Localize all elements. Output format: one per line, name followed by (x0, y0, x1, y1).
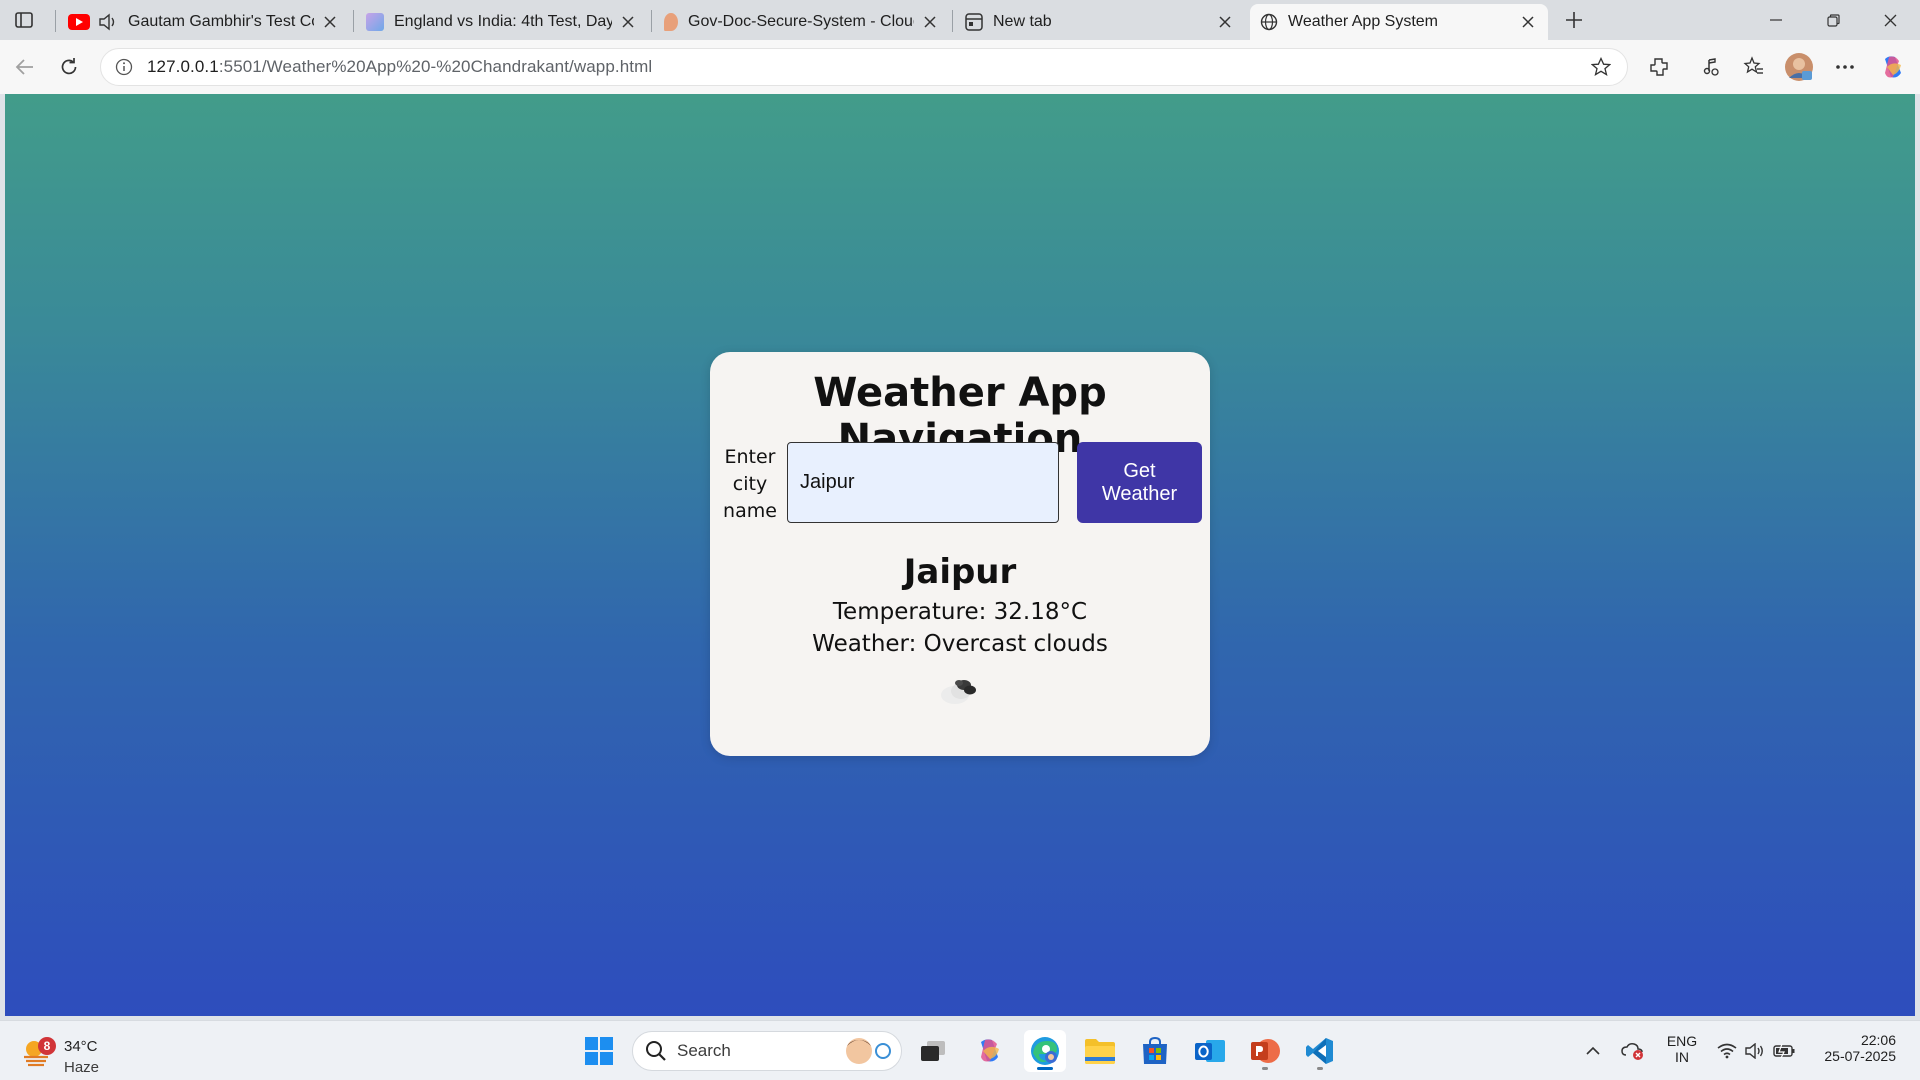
result-city: Jaipur (903, 552, 1017, 592)
back-button[interactable] (8, 50, 42, 84)
tab-title: Weather App System (1288, 13, 1438, 30)
plus-icon (1566, 12, 1582, 28)
tab-actions-icon (15, 12, 33, 28)
refresh-icon (61, 58, 77, 75)
close-icon[interactable] (320, 12, 340, 32)
start-button[interactable] (578, 1030, 620, 1072)
taskbar-search[interactable]: Search (632, 1031, 902, 1071)
url-host: 127.0.0.1 (147, 57, 219, 76)
tab-title: Gov-Doc-Secure-System - Cloud I (688, 13, 914, 30)
copilot-icon[interactable] (1876, 50, 1910, 84)
outlook-icon[interactable] (1189, 1030, 1231, 1072)
url-text[interactable]: 127.0.0.1:5501/Weather%20App%20-%20Chand… (147, 57, 652, 77)
weather-temp: 34°C (64, 1038, 98, 1055)
globe-icon (1260, 13, 1278, 31)
restore-icon (1826, 13, 1840, 27)
close-icon (1884, 14, 1896, 26)
file-explorer-icon[interactable] (1079, 1030, 1121, 1072)
weather-widget[interactable]: 8 34°C Haze (20, 1029, 110, 1076)
chevron-up-icon[interactable] (1580, 1039, 1606, 1063)
tab-separator (651, 10, 652, 32)
tab-gov-doc[interactable]: Gov-Doc-Secure-System - Cloud I (654, 4, 950, 40)
battery-icon[interactable] (1772, 1039, 1798, 1063)
active-indicator (1037, 1067, 1053, 1070)
copilot-app-icon[interactable] (969, 1030, 1011, 1072)
profile-avatar[interactable] (1782, 50, 1816, 84)
region-code: IN (1675, 1049, 1689, 1065)
tab-cricket-news[interactable]: England vs India: 4th Test, Day 3 L (356, 4, 648, 40)
weather-condition: Haze (64, 1059, 100, 1076)
onedrive-error-icon[interactable] (1620, 1039, 1646, 1063)
tab-actions-button[interactable] (10, 8, 38, 32)
notification-badge: 8 (38, 1037, 56, 1055)
cloud-icon (664, 13, 678, 31)
site-info-icon[interactable] (107, 50, 141, 84)
tab-separator (55, 10, 56, 32)
close-window-button[interactable] (1862, 0, 1918, 40)
clock-date: 25-07-2025 (1824, 1048, 1896, 1064)
search-label: Search (677, 1041, 731, 1060)
search-highlight-icon (846, 1038, 891, 1064)
favorite-star-icon[interactable] (1585, 51, 1617, 83)
page-viewport: Weather App Navigation Enter city name G… (5, 94, 1915, 1016)
clock-time: 22:06 (1860, 1032, 1896, 1048)
overcast-clouds-icon (941, 680, 976, 704)
restore-button[interactable] (1805, 0, 1861, 40)
tab-youtube[interactable]: Gautam Gambhir's Test Coac (58, 4, 350, 40)
new-tab-button[interactable] (1560, 6, 1588, 34)
vscode-icon[interactable] (1299, 1030, 1341, 1072)
windows-icon (585, 1037, 613, 1065)
speaker-icon[interactable] (98, 13, 118, 31)
powerpoint-icon[interactable] (1244, 1030, 1286, 1072)
search-icon (646, 1041, 666, 1061)
city-label: Enter city name (723, 446, 777, 522)
volume-icon[interactable] (1742, 1039, 1768, 1063)
get-weather-button[interactable]: Get Weather (1077, 442, 1202, 523)
tab-title: England vs India: 4th Test, Day 3 L (394, 13, 612, 30)
weather-card: Weather App Navigation Enter city name G… (710, 352, 1210, 756)
tab-title: Gautam Gambhir's Test Coac (128, 13, 314, 30)
microsoft-store-icon[interactable] (1134, 1030, 1176, 1072)
media-control-icon[interactable] (1694, 50, 1728, 84)
close-icon[interactable] (1518, 12, 1538, 32)
language-indicator[interactable]: ENG IN (1664, 1033, 1700, 1065)
result-weather: Weather: Overcast clouds (812, 631, 1108, 657)
tab-separator (353, 10, 354, 32)
task-view-icon (921, 1041, 945, 1061)
task-view-button[interactable] (912, 1030, 954, 1072)
address-bar[interactable]: 127.0.0.1:5501/Weather%20App%20-%20Chand… (100, 48, 1628, 86)
close-icon[interactable] (920, 12, 940, 32)
running-indicator (1317, 1067, 1323, 1070)
browser-toolbar: 127.0.0.1:5501/Weather%20App%20-%20Chand… (0, 40, 1920, 94)
clock[interactable]: 22:06 25-07-2025 (1814, 1032, 1896, 1064)
close-icon[interactable] (618, 12, 638, 32)
edge-browser-icon[interactable] (1024, 1030, 1066, 1072)
wifi-icon[interactable] (1714, 1039, 1740, 1063)
running-indicator (1262, 1067, 1268, 1070)
news-icon (366, 13, 384, 31)
extensions-icon[interactable] (1642, 50, 1676, 84)
minimize-button[interactable] (1748, 0, 1804, 40)
minimize-icon (1770, 19, 1782, 21)
close-icon[interactable] (1215, 12, 1235, 32)
back-arrow-icon (15, 59, 33, 75)
tab-strip: Gautam Gambhir's Test Coac England vs In… (0, 0, 1920, 40)
tab-new-tab[interactable]: New tab (955, 4, 1245, 40)
language-code: ENG (1666, 1033, 1698, 1049)
tab-separator (952, 10, 953, 32)
more-options-icon[interactable] (1828, 50, 1862, 84)
youtube-icon (68, 14, 90, 30)
refresh-button[interactable] (52, 50, 86, 84)
city-input[interactable] (787, 442, 1059, 523)
newtab-icon (965, 13, 983, 31)
tab-title: New tab (993, 13, 1052, 30)
favorites-icon[interactable] (1737, 50, 1771, 84)
taskbar: 8 34°C Haze Search ENG IN 22:06 25-07-20… (0, 1020, 1920, 1080)
url-path: :5501/Weather%20App%20-%20Chandrakant/wa… (218, 57, 653, 76)
result-temperature: Temperature: 32.18°C (832, 599, 1088, 625)
tab-weather-app[interactable]: Weather App System (1250, 4, 1548, 40)
